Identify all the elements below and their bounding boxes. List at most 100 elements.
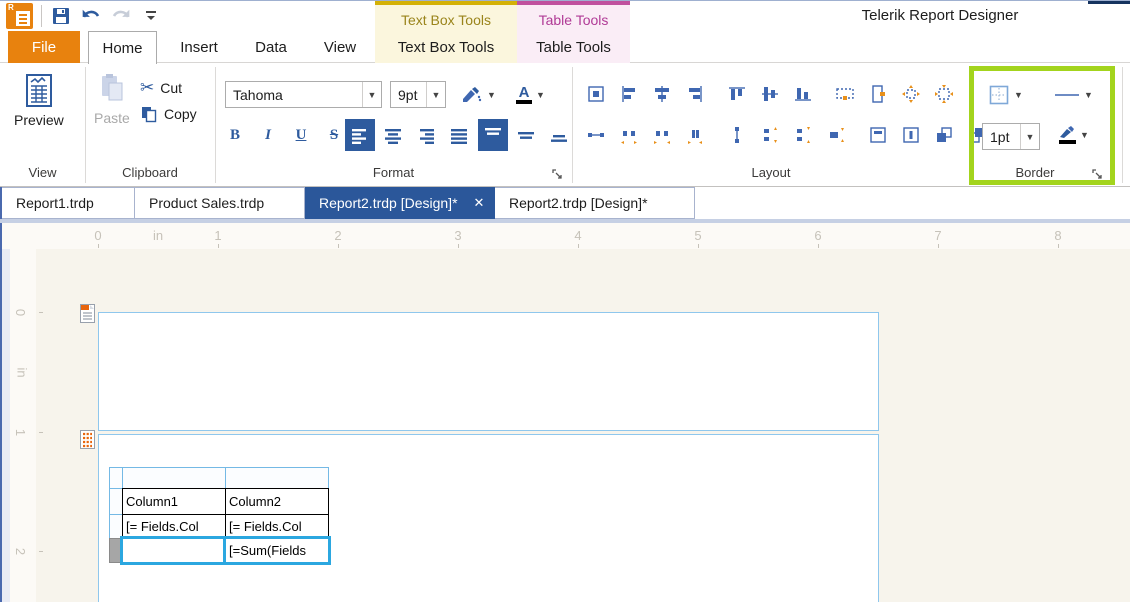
quick-access-toolbar: R (6, 2, 162, 30)
font-size-combo[interactable]: 9pt ▼ (390, 81, 446, 108)
design-surface[interactable]: 0in12 Column1 Column2 [= Fields.Col [= F… (0, 249, 1130, 602)
chevron-down-icon[interactable]: ▼ (1020, 124, 1039, 149)
underline-button[interactable]: U (286, 119, 316, 151)
ruler-label: 8 (1054, 228, 1061, 243)
font-color-button[interactable]: A ▼ (512, 81, 549, 108)
chevron-down-icon[interactable]: ▼ (362, 82, 381, 107)
tab-textbox-tools[interactable]: Text Box Tools (375, 31, 517, 63)
border-select-button[interactable]: ▼ (984, 81, 1027, 108)
detail-section-icon[interactable] (80, 430, 95, 449)
make-same-height-button[interactable] (721, 121, 752, 148)
align-tops-button[interactable] (721, 80, 752, 107)
make-same-width-button[interactable] (580, 121, 611, 148)
font-name-combo[interactable]: Tahoma ▼ (225, 81, 382, 108)
tab-insert[interactable]: Insert (168, 31, 230, 63)
line-style-button[interactable]: ▼ (1050, 81, 1097, 108)
chevron-down-icon[interactable]: ▼ (487, 90, 496, 100)
align-center-button[interactable] (378, 119, 408, 151)
align-frame-vertical-button[interactable] (895, 121, 926, 148)
remove-vertical-spacing-button[interactable] (820, 121, 851, 148)
bring-to-front-button[interactable] (928, 121, 959, 148)
table-corner-handle[interactable] (109, 467, 123, 489)
vertical-ruler[interactable]: 0in12 (10, 249, 36, 602)
doc-tab-product-sales[interactable]: Product Sales.trdp (135, 187, 305, 219)
valign-top-button[interactable] (478, 119, 508, 151)
customize-quick-access-icon[interactable] (140, 5, 162, 27)
tab-home[interactable]: Home (88, 31, 157, 64)
preview-button[interactable]: Preview (14, 73, 64, 128)
horizontal-ruler[interactable]: 0in12345678 (0, 223, 1130, 249)
align-rights-button[interactable] (679, 80, 710, 107)
table-cell-footer-1[interactable] (122, 538, 226, 563)
cut-button[interactable]: ✂ Cut (140, 78, 182, 98)
table-row-handle-1[interactable] (109, 488, 123, 515)
chevron-down-icon[interactable]: ▼ (1080, 130, 1089, 140)
table-cell-detail-2[interactable]: [= Fields.Col (225, 514, 329, 539)
table-column-handle-2[interactable] (225, 467, 329, 489)
doc-tab-report2[interactable]: Report2.trdp [Design]* (495, 187, 695, 219)
chevron-down-icon[interactable]: ▼ (426, 82, 445, 107)
ruler-tick (698, 244, 699, 248)
italic-button[interactable]: I (253, 119, 283, 151)
tab-view[interactable]: View (314, 31, 366, 63)
align-left-button[interactable] (345, 119, 375, 151)
bold-button[interactable]: B (220, 119, 250, 151)
line-color-button[interactable]: ▼ (1054, 121, 1093, 148)
align-right-button[interactable] (411, 119, 441, 151)
tab-data[interactable]: Data (244, 31, 298, 63)
remove-horizontal-spacing-button[interactable] (679, 121, 710, 148)
increase-horizontal-spacing-button[interactable] (613, 121, 644, 148)
table-cell-header-1[interactable]: Column1 (122, 488, 226, 515)
align-frame-horizontal-button[interactable] (862, 121, 893, 148)
chevron-down-icon[interactable]: ▼ (1084, 90, 1093, 100)
shrink-to-smallest-button[interactable] (928, 80, 959, 107)
background-color-button[interactable]: ▼ (455, 81, 500, 108)
page-header-section-icon[interactable] (80, 304, 95, 323)
chevron-down-icon[interactable]: ▼ (1014, 90, 1023, 100)
divider (41, 5, 42, 27)
align-lefts-button[interactable] (613, 80, 644, 107)
decrease-horizontal-spacing-button[interactable] (646, 121, 677, 148)
doc-tab-report2-active[interactable]: Report2.trdp [Design]* ✕ (305, 187, 495, 219)
increase-vertical-spacing-button[interactable] (754, 121, 785, 148)
table-cell-footer-2[interactable]: [=Sum(Fields (225, 538, 329, 563)
format-dialog-launcher-icon[interactable] (552, 168, 566, 182)
app-icon[interactable]: R (6, 3, 33, 29)
ruler-tick (818, 244, 819, 248)
decrease-vertical-spacing-button[interactable] (787, 121, 818, 148)
strikethrough-label: S (330, 127, 338, 144)
save-icon[interactable] (50, 5, 72, 27)
copy-button[interactable]: Copy (140, 105, 197, 123)
table-cell-detail-1[interactable]: [= Fields.Col (122, 514, 226, 539)
size-to-control-button[interactable] (862, 80, 893, 107)
table-cell-header-2[interactable]: Column2 (225, 488, 329, 515)
align-middles-button[interactable] (754, 80, 785, 107)
undo-icon[interactable] (80, 5, 102, 27)
align-to-grid-button[interactable] (580, 80, 611, 107)
paste-button[interactable]: Paste (94, 73, 130, 126)
window-title: Telerik Report Designer (820, 7, 1060, 24)
chevron-down-icon[interactable]: ▼ (536, 90, 545, 100)
align-justify-button[interactable] (444, 119, 474, 151)
cut-icon: ✂ (140, 78, 154, 98)
align-centers-button[interactable] (646, 80, 677, 107)
align-bottoms-button[interactable] (787, 80, 818, 107)
doc-tab-report1[interactable]: Report1.trdp (2, 187, 135, 219)
redo-icon[interactable] (110, 5, 132, 27)
grow-to-largest-button[interactable] (895, 80, 926, 107)
border-dialog-launcher-icon[interactable] (1092, 168, 1106, 182)
border-width-combo[interactable]: 1pt ▼ (982, 123, 1040, 150)
size-to-grid-button[interactable] (829, 80, 860, 107)
table-row-handle-2[interactable] (109, 514, 123, 539)
report-section-page-header[interactable] (98, 312, 879, 431)
table-column-handle-1[interactable] (122, 467, 226, 489)
tab-file[interactable]: File (8, 31, 80, 63)
cell-text: [= Fields.Col (126, 519, 199, 534)
valign-bottom-button[interactable] (544, 119, 574, 151)
close-icon[interactable]: ✕ (474, 195, 485, 211)
valign-middle-button[interactable] (511, 119, 541, 151)
group-separator (1122, 67, 1123, 183)
table-row-handle-3-selected[interactable] (109, 538, 123, 563)
tab-table-tools[interactable]: Table Tools (517, 31, 630, 63)
italic-label: I (265, 127, 271, 144)
